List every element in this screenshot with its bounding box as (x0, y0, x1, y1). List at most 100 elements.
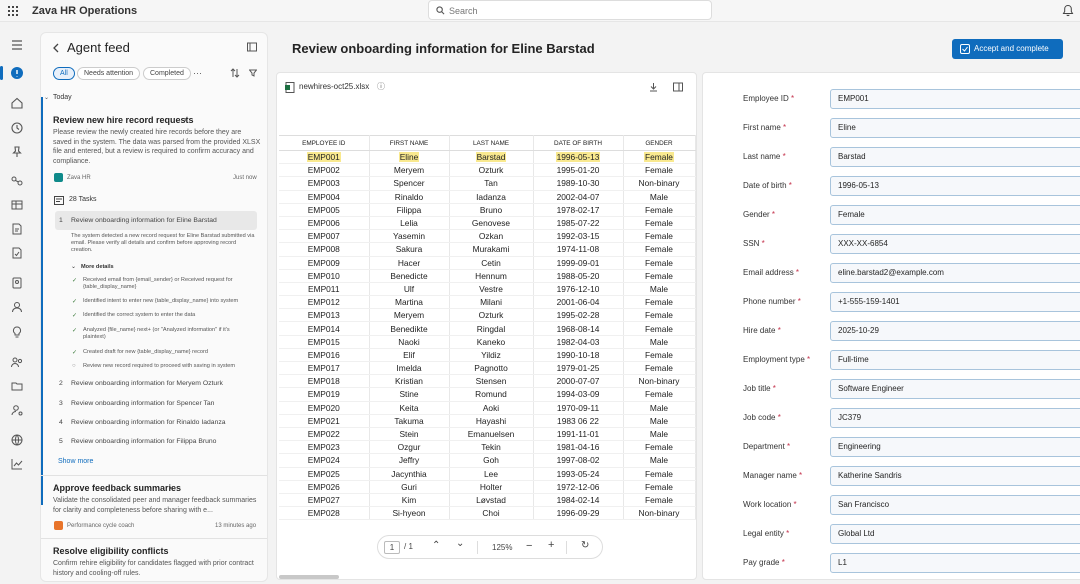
column-header[interactable]: FIRST NAME (369, 135, 450, 151)
page-number-input[interactable]: 1 (384, 541, 400, 554)
side-panel-icon[interactable] (673, 82, 683, 92)
table-row[interactable]: EMP004 Rinaldo Iadanza 2002-04-07 Male (279, 190, 696, 204)
search-input[interactable]: Search (428, 0, 712, 20)
table-row[interactable]: EMP025 Jacynthia Lee 1993-05-24 Female (279, 467, 696, 481)
notification-bell-icon[interactable] (1062, 4, 1074, 17)
person-settings-icon[interactable] (10, 403, 24, 417)
show-more-link[interactable]: Show more (58, 458, 93, 465)
chevron-up-icon[interactable]: ⌃ (432, 540, 440, 551)
gender-field[interactable]: Female (830, 205, 1080, 225)
sort-icon[interactable] (230, 68, 240, 78)
zoom-out-icon[interactable]: − (526, 540, 532, 552)
table-row[interactable]: EMP024 Jeffry Goh 1997-08-02 Male (279, 453, 696, 468)
hire-date-field[interactable]: 2025-10-29 (830, 321, 1080, 341)
table-row[interactable]: EMP017 Imelda Pagnotto 1979-01-25 Female (279, 361, 696, 376)
document-check-icon[interactable] (10, 246, 24, 260)
more-options-icon[interactable]: ··· (193, 68, 202, 78)
info-icon[interactable]: ⓘ (377, 81, 385, 92)
more-details-chevron-icon[interactable]: ⌄ (71, 263, 76, 270)
table-row[interactable]: EMP001 Eline Barstad 1996-05-13 Female (279, 150, 696, 165)
table-row[interactable]: EMP013 Meryem Ozturk 1995-02-28 Female (279, 308, 696, 323)
table-row[interactable]: EMP005 Filippa Bruno 1978-02-17 Female (279, 203, 696, 217)
card-title-eligibility[interactable]: Resolve eligibility conflicts (53, 546, 169, 556)
collapse-chevron-icon[interactable]: ⌄ (44, 94, 49, 101)
lightbulb-icon[interactable] (10, 325, 24, 339)
table-row[interactable]: EMP027 Kim Løvstad 1984-02-14 Female (279, 493, 696, 508)
table-row[interactable]: EMP008 Sakura Murakami 1974-11-08 Female (279, 242, 696, 257)
first-name-field[interactable]: Eline (830, 118, 1080, 138)
table-row[interactable]: EMP003 Spencer Tan 1989-10-30 Non-binary (279, 176, 696, 191)
manager-name-field[interactable]: Katherine Sandris (830, 466, 1080, 486)
agent-feed-icon[interactable] (10, 66, 24, 80)
job-code-field[interactable]: JC379 (830, 408, 1080, 428)
card-title-feedback[interactable]: Approve feedback summaries (53, 483, 181, 493)
table-row[interactable]: EMP020 Keita Aoki 1970-09-11 Male (279, 401, 696, 415)
table-row[interactable]: EMP021 Takuma Hayashi 1983 06 22 Male (279, 414, 696, 428)
document-edit-icon[interactable] (10, 222, 24, 236)
chevron-down-icon[interactable]: ⌄ (456, 538, 464, 549)
table-icon[interactable] (10, 198, 24, 212)
table-row[interactable]: EMP023 Ozgur Tekin 1981-04-16 Female (279, 440, 696, 455)
employee-id-field[interactable]: EMP001 (830, 89, 1080, 109)
table-row[interactable]: EMP012 Martina Milani 2001-06-04 Female (279, 295, 696, 310)
legal-entity-field[interactable]: Global Ltd (830, 524, 1080, 544)
table-row[interactable]: EMP002 Meryem Ozturk 1995-01-20 Female (279, 163, 696, 178)
ssn-field[interactable]: XXX-XX-6854 (830, 234, 1080, 254)
table-row[interactable]: EMP022 Stein Emanuelsen 1991-11-01 Male (279, 427, 696, 442)
app-launcher-icon[interactable] (8, 6, 18, 16)
group-icon[interactable] (10, 355, 24, 369)
pin-icon[interactable] (10, 145, 24, 159)
table-row[interactable]: EMP028 Si-hyeon Choi 1996-09-29 Non-binary (279, 506, 696, 521)
table-row[interactable]: EMP018 Kristian Stensen 2000-07-07 Non-binar… (279, 374, 696, 389)
panel-toggle-icon[interactable] (247, 42, 257, 52)
filter-needs-attention-pill[interactable]: Needs attention (77, 67, 141, 80)
back-chevron-icon[interactable] (52, 43, 60, 53)
id-card-icon[interactable] (10, 276, 24, 290)
zoom-in-icon[interactable]: + (548, 539, 554, 551)
employment-type-field[interactable]: Full-time (830, 350, 1080, 370)
download-icon[interactable] (649, 82, 658, 92)
last-name-field[interactable]: Barstad (830, 147, 1080, 167)
table-row[interactable]: EMP014 Benedikte Ringdal 1968-08-14 Female (279, 321, 696, 336)
table-row[interactable]: EMP006 Lelia Genovese 1985-07-22 Female (279, 216, 696, 231)
folder-icon[interactable] (10, 379, 24, 393)
home-icon[interactable] (10, 96, 24, 110)
pay-grade-field[interactable]: L1 (830, 553, 1080, 573)
table-row[interactable]: EMP010 Benedicte Hennum 1988-05-20 Female (279, 269, 696, 283)
phone-number-field[interactable]: +1-555-159-1401 (830, 292, 1080, 312)
column-header[interactable]: LAST NAME (449, 135, 534, 151)
rotate-icon[interactable]: ↻ (581, 540, 589, 551)
table-row[interactable]: EMP026 Guri Holter 1972-12-06 Female (279, 480, 696, 494)
column-header[interactable]: EMPLOYEE ID (279, 135, 370, 151)
task-item-3[interactable]: 3 Review onboarding information for Spenc… (55, 394, 257, 413)
task-item-5[interactable]: 5 Review onboarding information for Filip… (55, 432, 257, 451)
table-row[interactable]: EMP011 Ulf Vestre 1976-12-10 Male (279, 282, 696, 297)
job-title-field[interactable]: Software Engineer (830, 379, 1080, 399)
hamburger-menu-icon[interactable] (10, 38, 24, 52)
table-row[interactable]: EMP016 Elif Yildiz 1990-10-18 Female (279, 348, 696, 363)
date-of-birth-field[interactable]: 1996-05-13 (830, 176, 1080, 196)
email-address-field[interactable]: eline.barstad2@example.com (830, 263, 1080, 283)
horizontal-scrollbar[interactable] (279, 575, 339, 579)
task-item-1[interactable]: 1 Review onboarding information for Eline… (55, 211, 257, 230)
card-title-new-hire[interactable]: Review new hire record requests (53, 115, 194, 125)
analytics-icon[interactable] (10, 457, 24, 471)
filter-icon[interactable] (249, 69, 257, 77)
table-row[interactable]: EMP015 Naoki Kaneko 1982-04-03 Male (279, 335, 696, 349)
accept-and-complete-button[interactable]: Accept and complete (952, 39, 1063, 59)
task-item-4[interactable]: 4 Review onboarding information for Rinal… (55, 413, 257, 432)
column-header[interactable]: DATE OF BIRTH (533, 135, 624, 151)
table-row[interactable]: EMP007 Yasemin Ozkan 1992-03-15 Female (279, 229, 696, 244)
people-network-icon[interactable] (10, 174, 24, 188)
clock-icon[interactable] (10, 121, 24, 135)
column-header[interactable]: GENDER (623, 135, 696, 151)
person-icon[interactable] (10, 300, 24, 314)
table-row[interactable]: EMP009 Hacer Cetin 1999-09-01 Female (279, 256, 696, 270)
task-item-2[interactable]: 2 Review onboarding information for Merye… (55, 374, 257, 393)
department-field[interactable]: Engineering (830, 437, 1080, 457)
table-row[interactable]: EMP019 Stine Romund 1994-03-09 Female (279, 387, 696, 402)
globe-icon[interactable] (10, 433, 24, 447)
more-details-toggle[interactable]: More details (81, 264, 267, 271)
filter-all-pill[interactable]: All (53, 67, 75, 80)
work-location-field[interactable]: San Francisco (830, 495, 1080, 515)
